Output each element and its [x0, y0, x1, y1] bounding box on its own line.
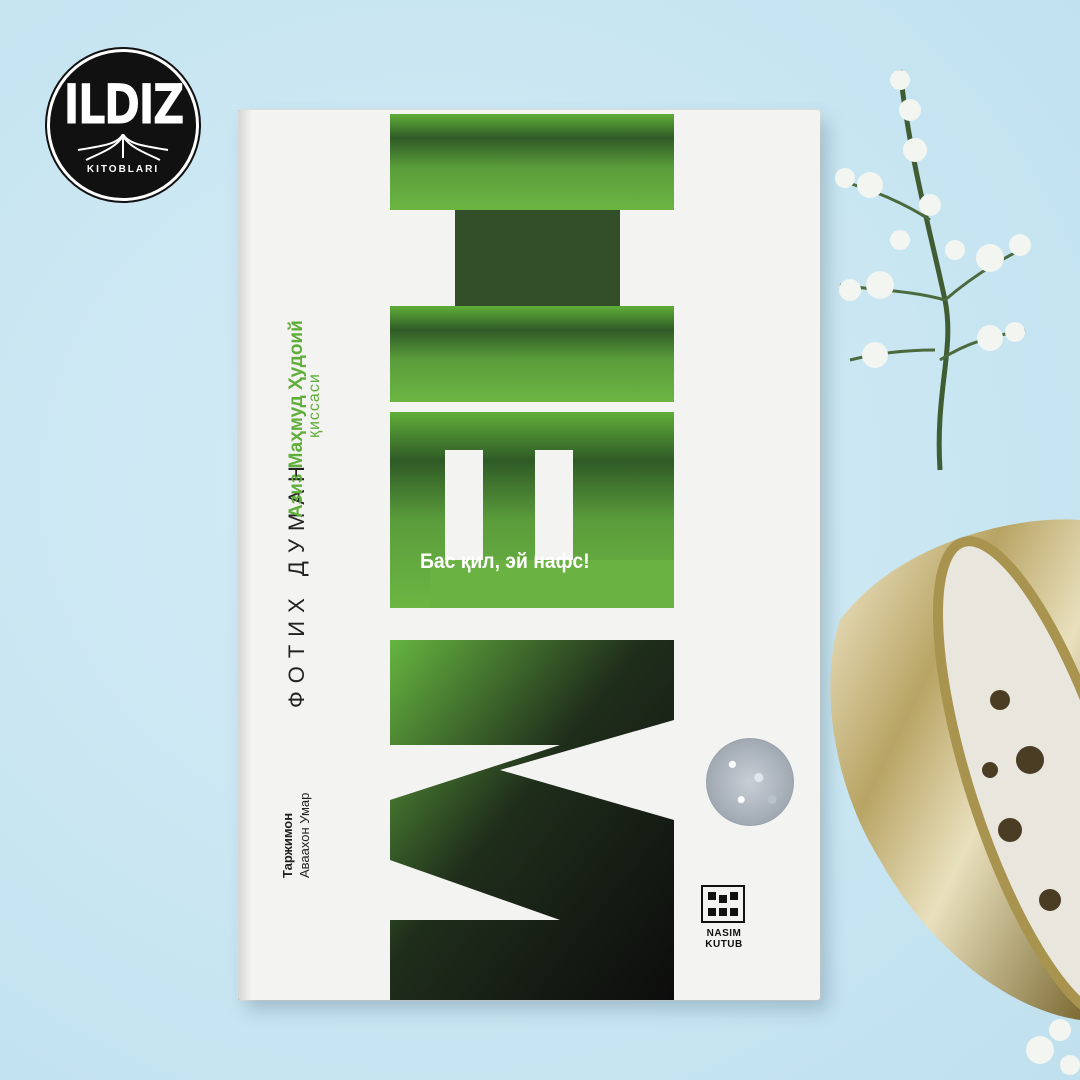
gold-pot-icon: [830, 519, 1080, 1075]
